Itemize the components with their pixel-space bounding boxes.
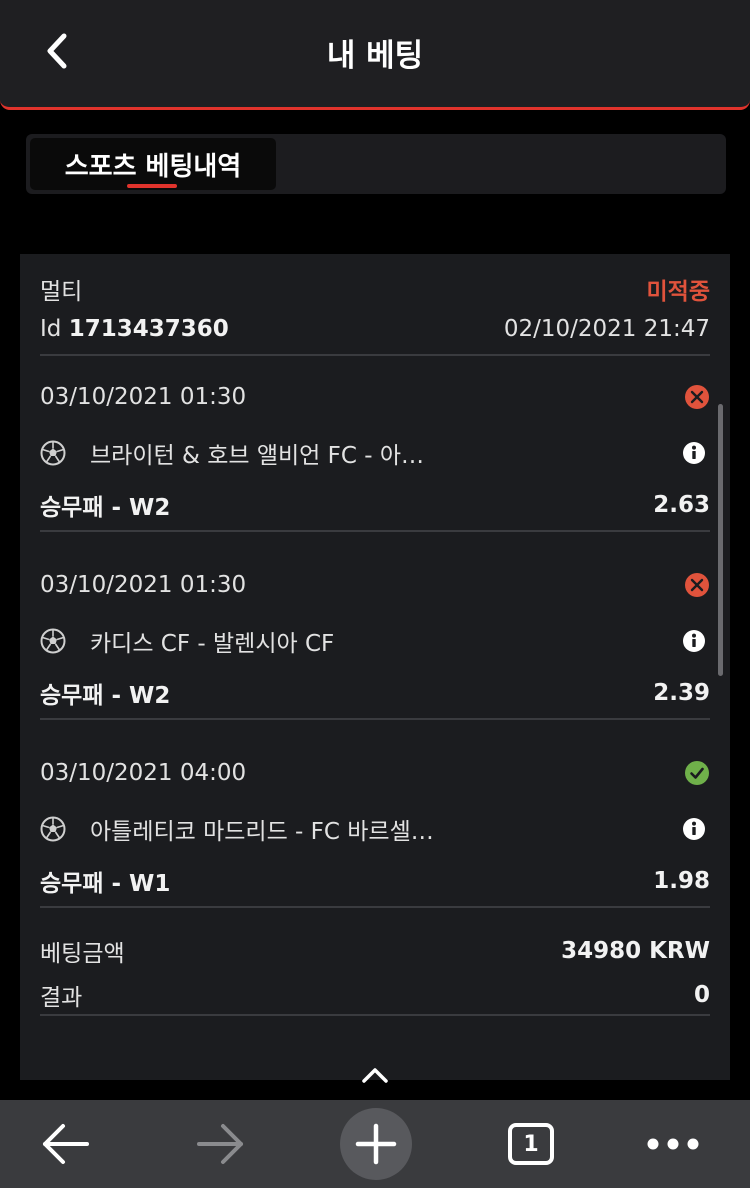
stake-label: 베팅금액 xyxy=(40,941,125,967)
new-tab-circle xyxy=(340,1108,412,1180)
divider xyxy=(40,530,710,532)
tab-count: 1 xyxy=(508,1123,554,1165)
info-icon[interactable] xyxy=(682,441,706,465)
selection-market-row: 승무패 - W2 2.63 xyxy=(40,488,710,522)
stake-value: 34980 KRW xyxy=(561,938,710,964)
app-header: 내 베팅 xyxy=(0,0,750,110)
arrow-right-icon xyxy=(197,1124,243,1164)
selection-datetime-row: 03/10/2021 01:30 xyxy=(40,572,710,598)
info-icon[interactable] xyxy=(682,817,706,841)
info-icon[interactable] xyxy=(682,629,706,653)
plus-icon xyxy=(355,1123,397,1165)
bet-summary-row: 멀티 미적중 xyxy=(40,272,710,306)
selection-market-row: 승무패 - W1 1.98 xyxy=(40,864,710,898)
scrollbar[interactable] xyxy=(718,404,723,676)
selection-odds: 2.63 xyxy=(653,492,710,518)
bet-id-row: Id 1713437360 02/10/2021 21:47 xyxy=(40,316,710,342)
divider xyxy=(40,354,710,356)
soccer-ball-icon xyxy=(40,628,66,654)
selection-match-row[interactable]: 브라이턴 & 호브 앨비언 FC - 아… xyxy=(40,436,710,470)
divider xyxy=(40,1014,710,1016)
divider xyxy=(40,906,710,908)
selection-datetime: 03/10/2021 01:30 xyxy=(40,572,247,598)
chevron-up-icon[interactable] xyxy=(360,1066,390,1084)
bet-id: Id 1713437360 xyxy=(40,316,229,342)
soccer-ball-icon xyxy=(40,816,66,842)
new-tab-button[interactable] xyxy=(340,1108,412,1180)
selection-market: 승무패 - W2 xyxy=(40,683,171,709)
stake-row: 베팅금액 34980 KRW xyxy=(40,934,710,968)
selection-odds: 2.39 xyxy=(653,680,710,706)
tab-label: 스포츠 베팅내역 xyxy=(64,151,242,182)
check-circle-icon xyxy=(685,761,709,785)
result-value: 0 xyxy=(693,982,710,1008)
tab-bar: 스포츠 베팅내역 xyxy=(26,134,726,194)
tab-sports-bet-history[interactable]: 스포츠 베팅내역 xyxy=(30,138,276,190)
page-title: 내 베팅 xyxy=(326,38,424,74)
selection-match: 카디스 CF - 발렌시아 CF xyxy=(90,631,335,657)
bet-status: 미적중 xyxy=(646,279,710,305)
selection-datetime: 03/10/2021 01:30 xyxy=(40,384,247,410)
browser-bottom-bar: 1 xyxy=(0,1100,750,1188)
selection-match: 아틀레티코 마드리드 - FC 바르셀… xyxy=(90,819,434,845)
selection-datetime: 03/10/2021 04:00 xyxy=(40,760,247,786)
more-menu-button[interactable] xyxy=(638,1110,708,1178)
arrow-left-icon xyxy=(43,1124,89,1164)
selection-odds: 1.98 xyxy=(653,868,710,894)
selection-market: 승무패 - W1 xyxy=(40,871,171,897)
bet-type: 멀티 xyxy=(40,279,83,305)
soccer-ball-icon xyxy=(40,440,66,466)
selection-datetime-row: 03/10/2021 04:00 xyxy=(40,760,710,786)
x-circle-icon xyxy=(685,573,709,597)
selection-market-row: 승무패 - W2 2.39 xyxy=(40,676,710,710)
page: 내 베팅 스포츠 베팅내역 멀티 미적중 Id 1713437360 02/10… xyxy=(0,0,750,1188)
result-label: 결과 xyxy=(40,985,83,1011)
divider xyxy=(40,718,710,720)
tabs-button[interactable]: 1 xyxy=(496,1110,566,1178)
selection-datetime-row: 03/10/2021 01:30 xyxy=(40,384,710,410)
selection-match-row[interactable]: 카디스 CF - 발렌시아 CF xyxy=(40,624,710,658)
selection-match: 브라이턴 & 호브 앨비언 FC - 아… xyxy=(90,443,424,469)
x-circle-icon xyxy=(685,385,709,409)
more-dots-icon xyxy=(647,1138,699,1150)
browser-back-button[interactable] xyxy=(30,1110,100,1178)
bet-placed-at: 02/10/2021 21:47 xyxy=(503,316,710,342)
bet-id-label: Id xyxy=(40,316,69,342)
selection-match-row[interactable]: 아틀레티코 마드리드 - FC 바르셀… xyxy=(40,812,710,846)
active-tab-indicator xyxy=(127,184,177,188)
selection-market: 승무패 - W2 xyxy=(40,495,171,521)
browser-forward-button[interactable] xyxy=(186,1110,256,1178)
result-row: 결과 0 xyxy=(40,978,710,1012)
bet-id-value: 1713437360 xyxy=(68,316,229,342)
bet-card: 멀티 미적중 Id 1713437360 02/10/2021 21:47 03… xyxy=(20,254,730,1083)
